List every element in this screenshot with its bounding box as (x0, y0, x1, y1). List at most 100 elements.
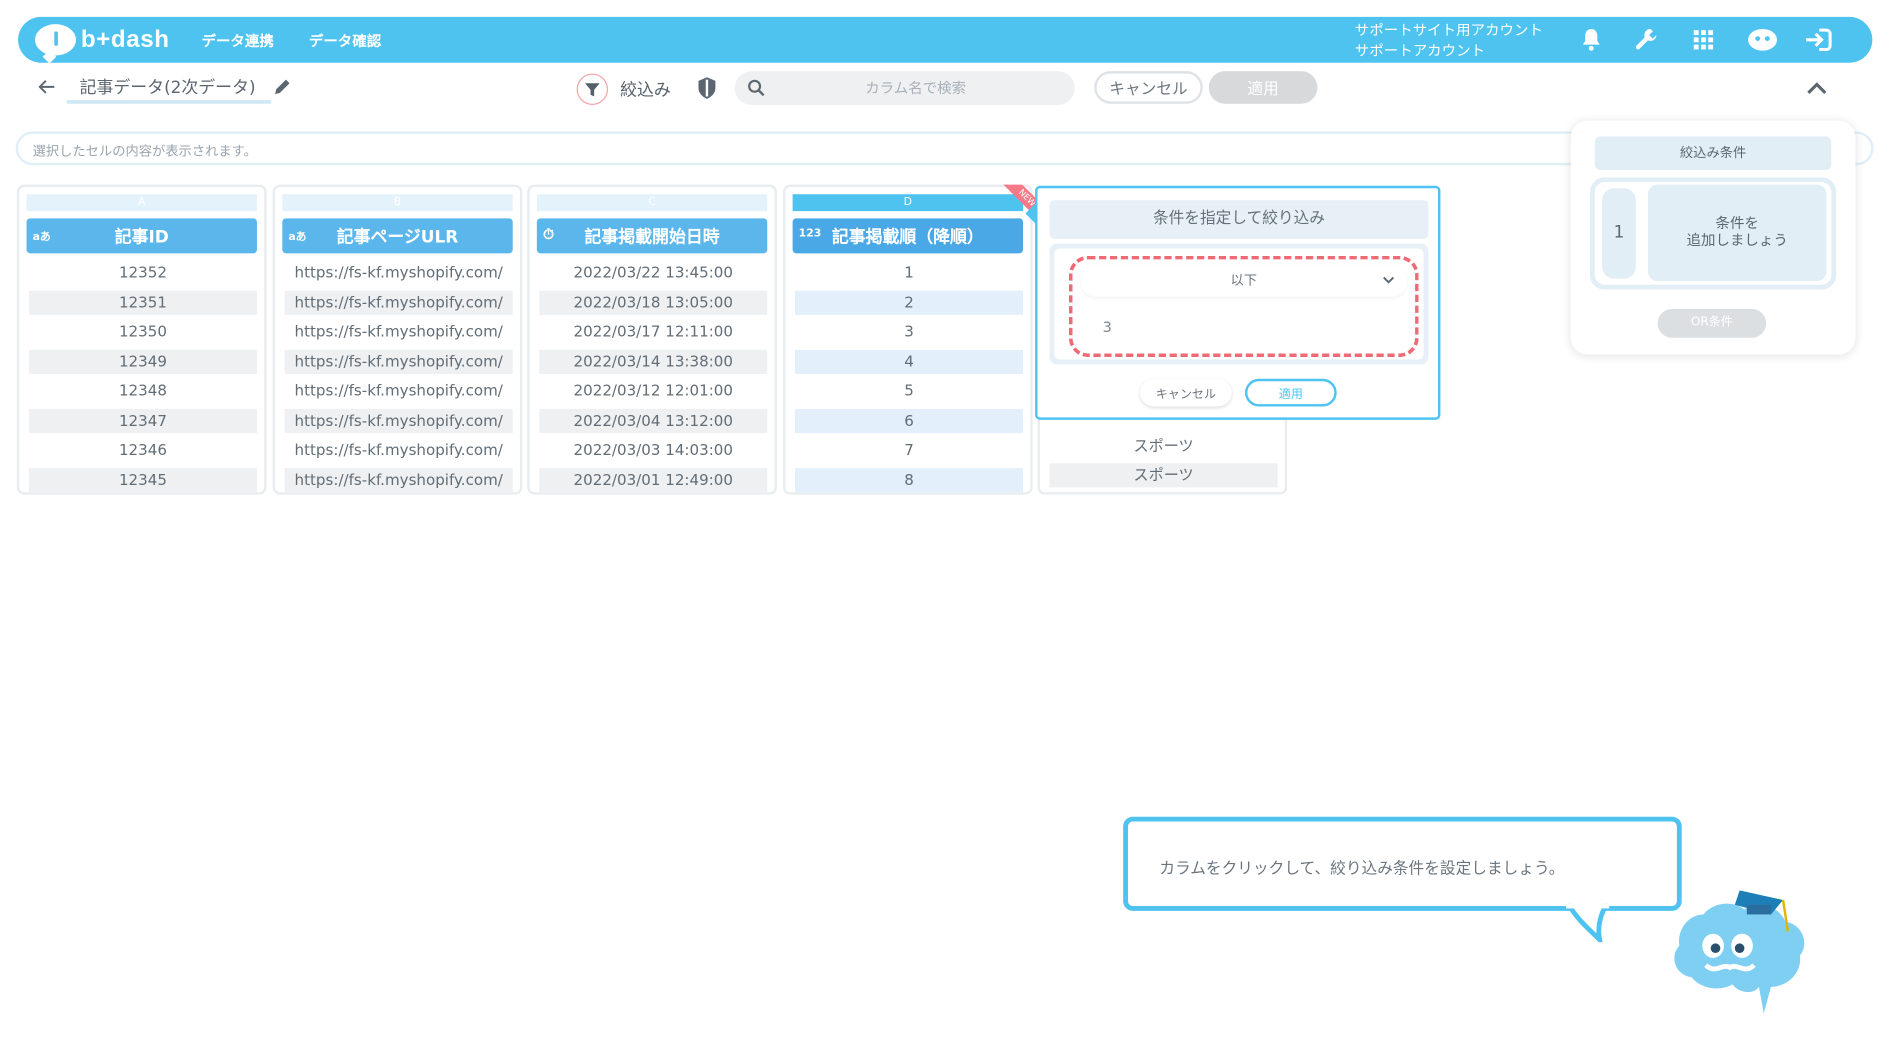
apply-button[interactable]: 適用 (1208, 71, 1318, 104)
column-header[interactable]: 123 記事掲載順（降順） (792, 218, 1024, 254)
column-header[interactable]: aあ 記事ページULR (282, 218, 513, 254)
hint-bubble: カラムをクリックして、絞り込み条件を設定しましょう。 (1123, 816, 1682, 911)
column-letter: D (792, 194, 1024, 212)
table-row[interactable]: https://fs-kf.myshopify.com/ (284, 467, 513, 497)
table-row[interactable]: 5 (795, 379, 1023, 409)
table-row[interactable]: https://fs-kf.myshopify.com/ (285, 320, 513, 350)
mascot-icon (1674, 890, 1805, 1014)
table-row[interactable]: 12349 (28, 349, 257, 379)
column-a[interactable]: A aあ 記事ID 12352 12351 12350 12349 12348 … (16, 184, 267, 497)
table-row[interactable]: 2022/03/18 13:05:00 (539, 290, 768, 320)
condition-value-input[interactable]: 3 (1080, 311, 1407, 343)
table-row[interactable]: 6 (795, 408, 1024, 438)
text-type-icon: aあ (32, 231, 51, 244)
column-header[interactable]: aあ 記事ID (26, 218, 257, 254)
table-row[interactable]: 7 (795, 438, 1023, 468)
search-icon (747, 78, 766, 97)
column-name: 記事掲載順（降順） (831, 227, 984, 247)
filter-popup: 条件を指定して絞り込み 以下 3 キャンセル 適用 (1035, 185, 1441, 420)
logout-icon[interactable] (1802, 27, 1833, 54)
hint-text: カラムをクリックして、絞り込み条件を設定しましょう。 (1159, 860, 1565, 879)
or-condition-button[interactable]: OR条件 (1657, 308, 1767, 338)
operator-value: 以下 (1230, 272, 1258, 289)
table-row[interactable]: 1 (795, 261, 1023, 291)
top-bar: b+dash データ連携 データ確認 サポートサイト用アカウント サポートアカウ… (18, 16, 1873, 63)
text-type-icon: aあ (288, 231, 307, 244)
table-row[interactable]: 12350 (29, 320, 257, 350)
column-letter: A (26, 194, 257, 212)
table-row[interactable]: 12351 (28, 290, 257, 320)
table-row[interactable]: 2022/03/04 13:12:00 (539, 408, 768, 438)
panel-title: 絞込み条件 (1594, 136, 1832, 171)
edit-pencil-icon[interactable] (273, 77, 292, 96)
operator-select[interactable]: 以下 (1080, 265, 1407, 297)
search-input[interactable] (770, 71, 1061, 105)
table-row[interactable]: スポーツ (1050, 434, 1278, 458)
nav-data-integration[interactable]: データ連携 (201, 30, 273, 51)
filter-icon[interactable] (576, 73, 609, 105)
mascot-icon[interactable] (1746, 27, 1780, 54)
filter-label: 絞込み (620, 80, 671, 101)
table-row[interactable]: 12348 (29, 379, 257, 409)
popup-apply-button[interactable]: 適用 (1245, 378, 1337, 407)
table-row[interactable]: スポーツ (1049, 463, 1278, 488)
table-row[interactable]: https://fs-kf.myshopify.com/ (285, 261, 513, 291)
dataset-title[interactable]: 記事データ(2次データ) (80, 75, 256, 99)
back-arrow-icon[interactable] (36, 76, 58, 98)
column-letter: B (282, 194, 513, 212)
grid-icon[interactable] (1690, 27, 1717, 54)
table-row[interactable]: 8 (795, 467, 1024, 497)
table-row[interactable]: 2022/03/14 13:38:00 (539, 349, 768, 379)
table-row[interactable]: https://fs-kf.myshopify.com/ (285, 438, 513, 468)
title-underline (66, 100, 272, 104)
condition-area: 以下 3 (1049, 243, 1429, 365)
account-info[interactable]: サポートサイト用アカウント サポートアカウント (1355, 21, 1543, 62)
popup-cancel-button[interactable]: キャンセル (1140, 378, 1232, 407)
table-row[interactable]: 2022/03/22 13:45:00 (539, 261, 767, 291)
table-row[interactable]: 12346 (29, 438, 257, 468)
account-line-2: サポートアカウント (1354, 42, 1486, 60)
cancel-button[interactable]: キャンセル (1094, 71, 1203, 104)
table-row[interactable]: 2022/03/12 12:01:00 (539, 379, 767, 409)
table-row[interactable]: 12352 (29, 261, 257, 291)
shield-icon[interactable] (696, 76, 718, 100)
popup-title: 条件を指定して絞り込み (1049, 200, 1429, 239)
column-name: 記事ページULR (336, 227, 459, 247)
table-row[interactable]: 4 (795, 349, 1024, 379)
table-row[interactable]: 2022/03/17 12:11:00 (539, 320, 767, 350)
column-letter: C (536, 194, 768, 212)
table-row[interactable]: https://fs-kf.myshopify.com/ (285, 379, 513, 409)
table-row[interactable]: 12345 (28, 467, 257, 497)
brand-name: b+dash (80, 25, 170, 53)
group-index: 1 (1602, 188, 1636, 279)
number-type-icon: 123 (798, 228, 822, 241)
column-e[interactable]: スポーツ スポーツ (1037, 410, 1288, 495)
table-row[interactable]: 2 (795, 290, 1024, 320)
chevron-up-icon[interactable] (1804, 76, 1831, 100)
brand-logo[interactable]: b+dash (34, 23, 170, 57)
filter-conditions-panel: 絞込み条件 1 条件を 追加しましょう OR条件 (1570, 120, 1856, 355)
column-name: 記事掲載開始日時 (584, 227, 720, 247)
timer-icon: ⏱ (542, 225, 555, 243)
wrench-icon[interactable] (1633, 27, 1660, 54)
column-d[interactable]: D NEW 123 記事掲載順（降順） 1 2 3 4 5 6 7 8 (782, 184, 1037, 497)
table-row[interactable]: https://fs-kf.myshopify.com/ (284, 349, 513, 379)
logo-bubble-icon (34, 24, 77, 56)
table-row[interactable]: 2022/03/03 14:03:00 (539, 438, 767, 468)
add-condition-button[interactable]: 条件を 追加しましょう (1647, 184, 1827, 282)
table-row[interactable]: 2022/03/01 12:49:00 (539, 467, 768, 497)
table-row[interactable]: 3 (795, 320, 1023, 350)
nav-data-check[interactable]: データ確認 (309, 30, 381, 51)
table-row[interactable]: 12347 (28, 408, 257, 438)
table-row[interactable]: https://fs-kf.myshopify.com/ (284, 408, 513, 438)
account-line-1: サポートサイト用アカウント (1354, 21, 1544, 39)
table-row[interactable]: https://fs-kf.myshopify.com/ (284, 290, 513, 320)
column-name: 記事ID (114, 227, 169, 247)
column-c[interactable]: C ⏱ 記事掲載開始日時 2022/03/22 13:45:00 2022/03… (527, 184, 777, 497)
cell-content-placeholder: 選択したセルの内容が表示されます。 (32, 143, 257, 160)
column-b[interactable]: B aあ 記事ページULR https://fs-kf.myshopify.co… (272, 184, 523, 497)
column-search[interactable] (734, 71, 1075, 105)
condition-group: 1 条件を 追加しましょう (1590, 177, 1837, 290)
bell-icon[interactable] (1578, 27, 1605, 54)
column-header[interactable]: ⏱ 記事掲載開始日時 (536, 218, 768, 254)
